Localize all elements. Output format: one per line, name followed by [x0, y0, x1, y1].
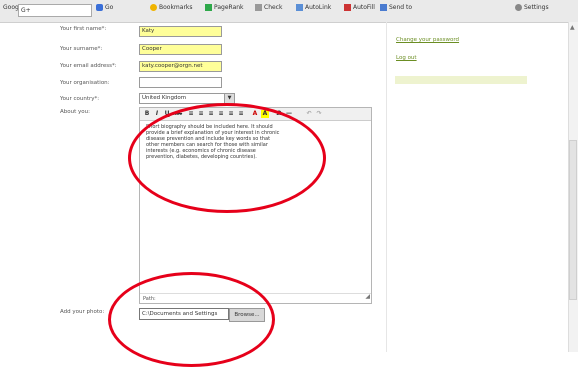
annotation-circle-upload: [108, 272, 275, 367]
browser-toolbar: Google G+ Go Bookmarks PageRank Check Au…: [0, 0, 578, 23]
first-name-label: Your first name*:: [60, 26, 107, 32]
send-icon: [380, 4, 387, 11]
surname-field[interactable]: Cooper: [139, 44, 222, 55]
settings-button[interactable]: Settings: [515, 4, 549, 11]
star-icon: [150, 4, 157, 11]
email-field[interactable]: katy.cooper@orgn.net: [139, 61, 222, 72]
autolink-icon: [296, 4, 303, 11]
pagerank-icon: [205, 4, 212, 11]
pagerank-button[interactable]: PageRank: [205, 4, 244, 11]
scrollbar-thumb[interactable]: [569, 140, 577, 300]
bold-button[interactable]: B: [143, 110, 151, 118]
redo-button[interactable]: ↷: [315, 110, 323, 118]
change-password-link[interactable]: Change your password: [396, 37, 459, 43]
column-divider: [386, 22, 387, 352]
surname-label: Your surname*:: [60, 46, 103, 52]
resize-handle-icon[interactable]: ◢: [365, 292, 370, 302]
sidebar-highlight-box: [395, 76, 527, 84]
go-icon: [96, 4, 103, 11]
photo-label: Add your photo:: [60, 309, 105, 315]
toolbar-search-input[interactable]: G+: [18, 4, 92, 17]
organisation-label: Your organisation:: [60, 80, 110, 86]
check-icon: [255, 4, 262, 11]
country-label: Your country*:: [60, 96, 100, 102]
organisation-field[interactable]: [139, 77, 222, 88]
annotation-circle-editor: [128, 103, 326, 213]
undo-button[interactable]: ↶: [305, 110, 313, 118]
bookmarks-button[interactable]: Bookmarks: [150, 4, 193, 11]
autofill-button[interactable]: AutoFill: [344, 4, 375, 11]
autofill-icon: [344, 4, 351, 11]
chevron-down-icon[interactable]: ▼: [224, 94, 234, 103]
email-label: Your email address*:: [60, 63, 117, 69]
about-label: About you:: [60, 109, 90, 115]
country-select-value: United Kingdom: [142, 95, 187, 101]
send-to-button[interactable]: Send to: [380, 4, 412, 11]
first-name-field[interactable]: Katy: [139, 26, 222, 37]
logout-link[interactable]: Log out: [396, 55, 417, 61]
scroll-up-icon[interactable]: ▲: [570, 24, 575, 31]
go-button[interactable]: Go: [96, 4, 113, 11]
autolink-button[interactable]: AutoLink: [296, 4, 331, 11]
check-button[interactable]: Check: [255, 4, 282, 11]
gear-icon: [515, 4, 522, 11]
